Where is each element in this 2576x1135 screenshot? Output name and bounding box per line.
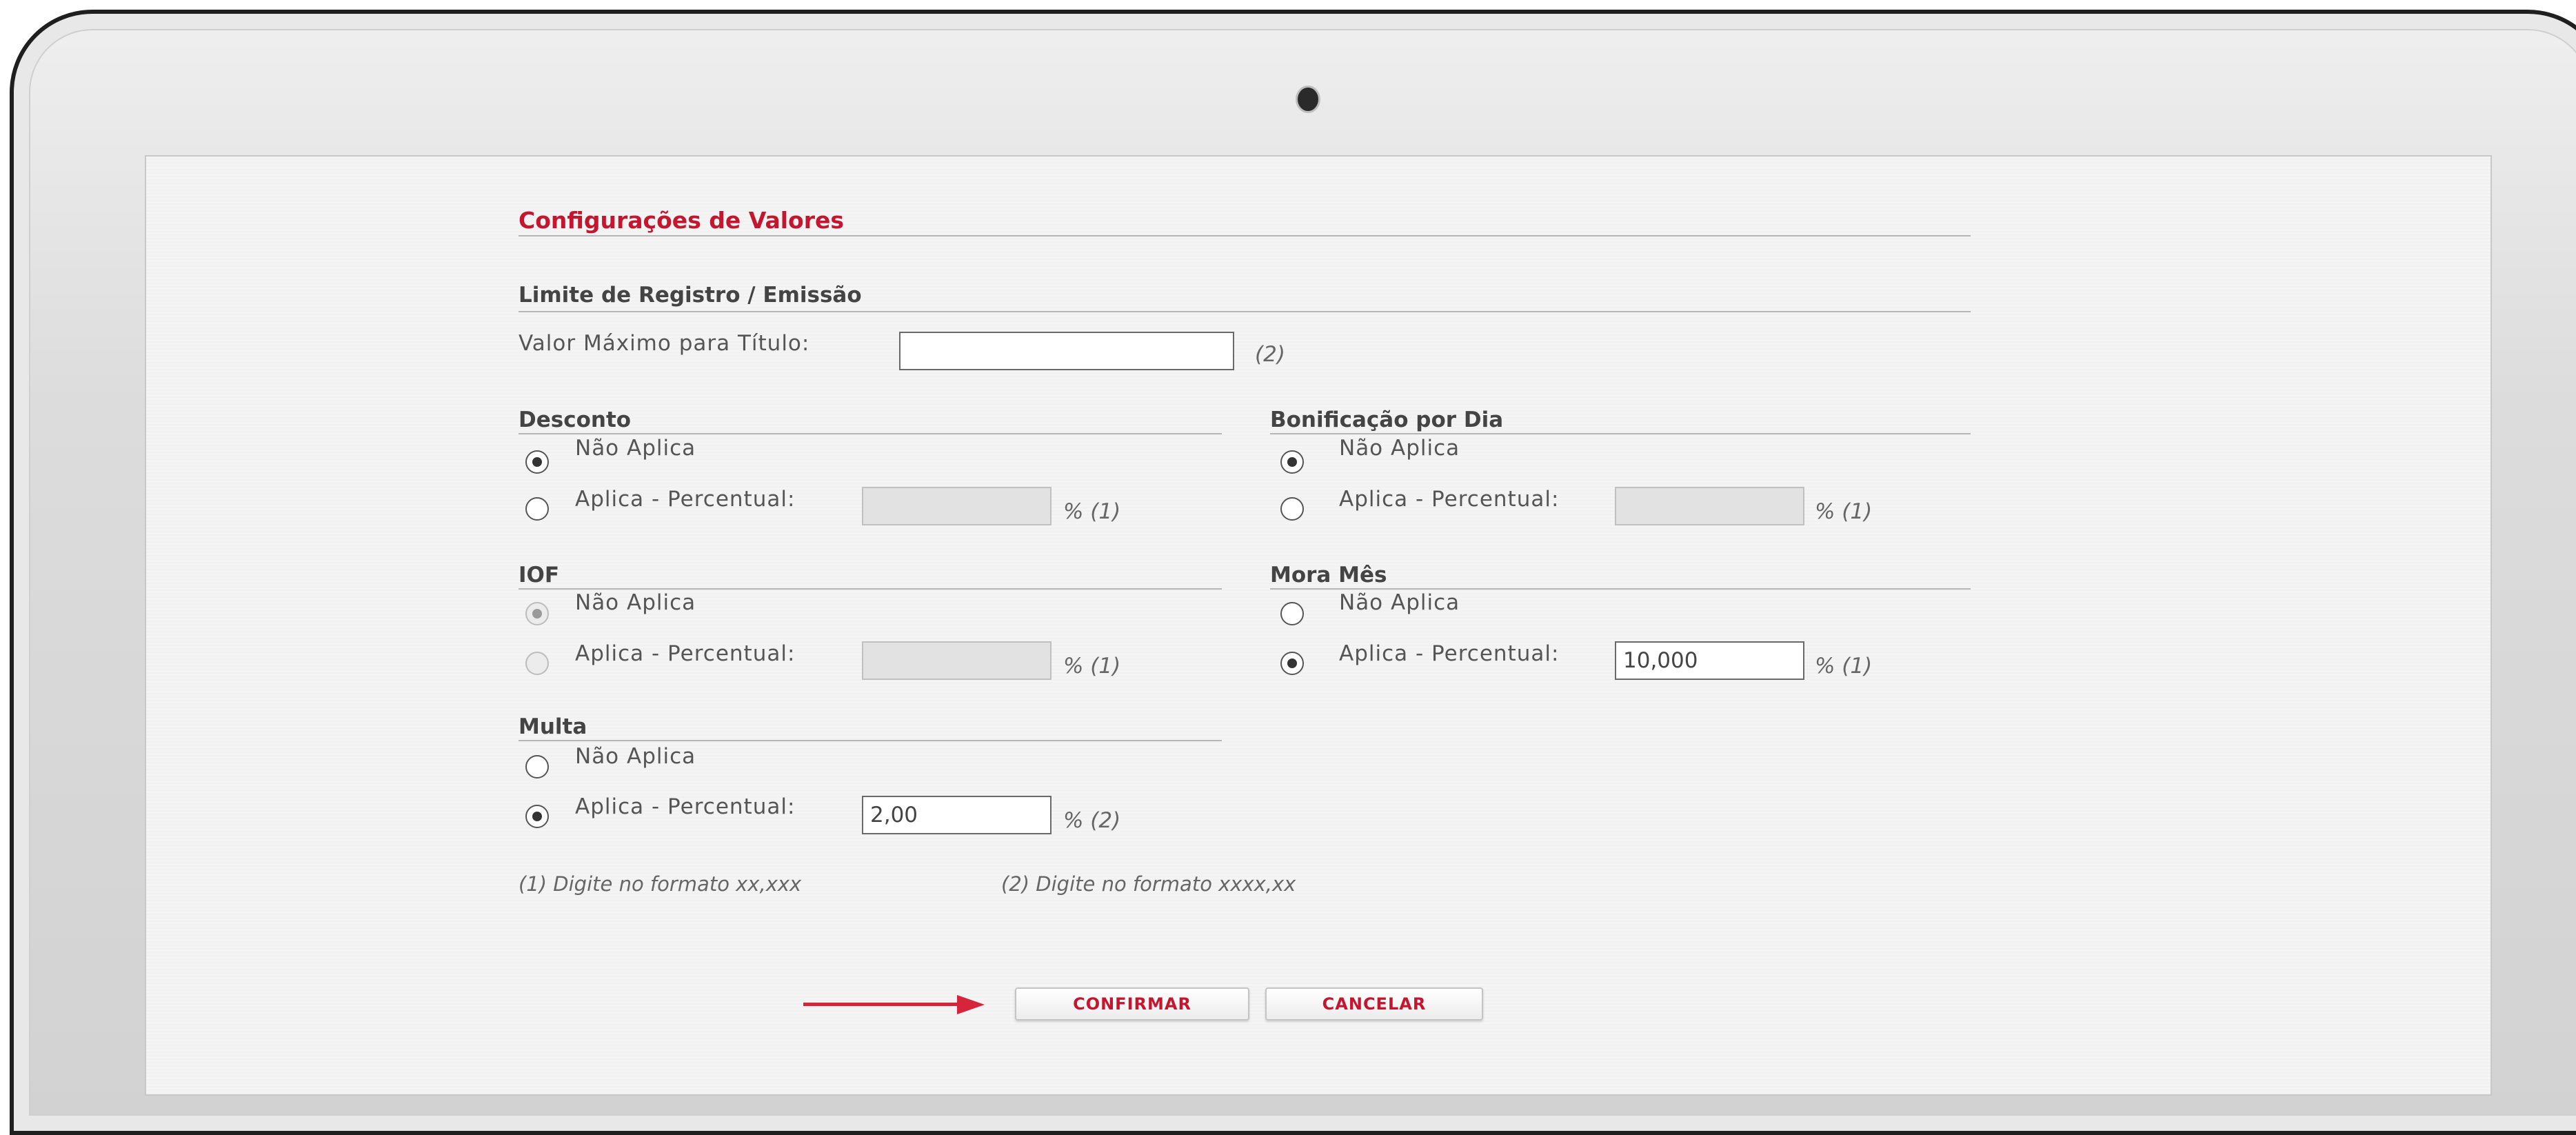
iof-nao-aplica-radio[interactable] [525, 602, 549, 625]
desconto-divider [519, 433, 1222, 434]
mora-divider [1270, 588, 1971, 590]
mora-aplica-radio[interactable] [1280, 652, 1304, 675]
pointer-arrow-line [803, 1003, 962, 1006]
valor-maximo-note-ref: (2) [1255, 342, 1285, 367]
multa-unit: % (2) [1063, 808, 1121, 833]
pointer-arrow-icon [957, 995, 985, 1014]
screen [145, 155, 2492, 1096]
multa-nao-aplica-radio[interactable] [525, 755, 549, 779]
iof-heading: IOF [519, 563, 560, 587]
iof-aplica-label: Aplica - Percentual: [575, 641, 796, 666]
format-note-2: (2) Digite no formato xxxx,xx [1001, 872, 1296, 896]
bonificacao-aplica-label: Aplica - Percentual: [1339, 487, 1560, 512]
multa-aplica-label: Aplica - Percentual: [575, 794, 796, 819]
desconto-aplica-label: Aplica - Percentual: [575, 487, 796, 512]
mora-unit: % (1) [1815, 654, 1873, 679]
limite-divider [519, 311, 1971, 312]
desconto-aplica-radio[interactable] [525, 497, 549, 521]
iof-nao-aplica-label: Não Aplica [575, 590, 696, 615]
iof-aplica-radio[interactable] [525, 652, 549, 675]
bonificacao-heading: Bonificação por Dia [1270, 408, 1504, 432]
bonificacao-aplica-radio[interactable] [1280, 497, 1304, 521]
multa-divider [519, 740, 1222, 741]
desconto-heading: Desconto [519, 408, 632, 432]
iof-divider [519, 588, 1222, 590]
mora-aplica-label: Aplica - Percentual: [1339, 641, 1560, 666]
desconto-nao-aplica-radio[interactable] [525, 450, 549, 474]
valor-maximo-input[interactable] [899, 332, 1234, 370]
bonificacao-divider [1270, 433, 1971, 434]
desconto-percentual-input[interactable] [862, 487, 1051, 525]
page-title: Configurações de Valores [519, 207, 845, 234]
title-divider [519, 235, 1971, 237]
multa-nao-aplica-label: Não Aplica [575, 744, 696, 769]
format-note-1: (1) Digite no formato xx,xxx [519, 872, 802, 896]
mora-heading: Mora Mês [1270, 563, 1387, 587]
cancel-button[interactable]: CANCELAR [1265, 987, 1483, 1021]
bonificacao-nao-aplica-label: Não Aplica [1339, 436, 1460, 461]
mora-nao-aplica-label: Não Aplica [1339, 590, 1460, 615]
bonificacao-nao-aplica-radio[interactable] [1280, 450, 1304, 474]
multa-percentual-input[interactable] [862, 796, 1051, 834]
multa-aplica-radio[interactable] [525, 805, 549, 828]
valor-maximo-label: Valor Máximo para Título: [519, 331, 810, 356]
iof-unit: % (1) [1063, 654, 1121, 679]
desconto-nao-aplica-label: Não Aplica [575, 436, 696, 461]
mora-percentual-input[interactable] [1615, 641, 1804, 680]
iof-percentual-input[interactable] [862, 641, 1051, 680]
desconto-unit: % (1) [1063, 499, 1121, 524]
bonificacao-unit: % (1) [1815, 499, 1873, 524]
camera-icon [1298, 88, 1318, 111]
bonificacao-percentual-input[interactable] [1615, 487, 1804, 525]
mora-nao-aplica-radio[interactable] [1280, 602, 1304, 625]
multa-heading: Multa [519, 714, 587, 739]
limite-heading: Limite de Registro / Emissão [519, 283, 862, 308]
confirm-button[interactable]: CONFIRMAR [1015, 987, 1249, 1021]
